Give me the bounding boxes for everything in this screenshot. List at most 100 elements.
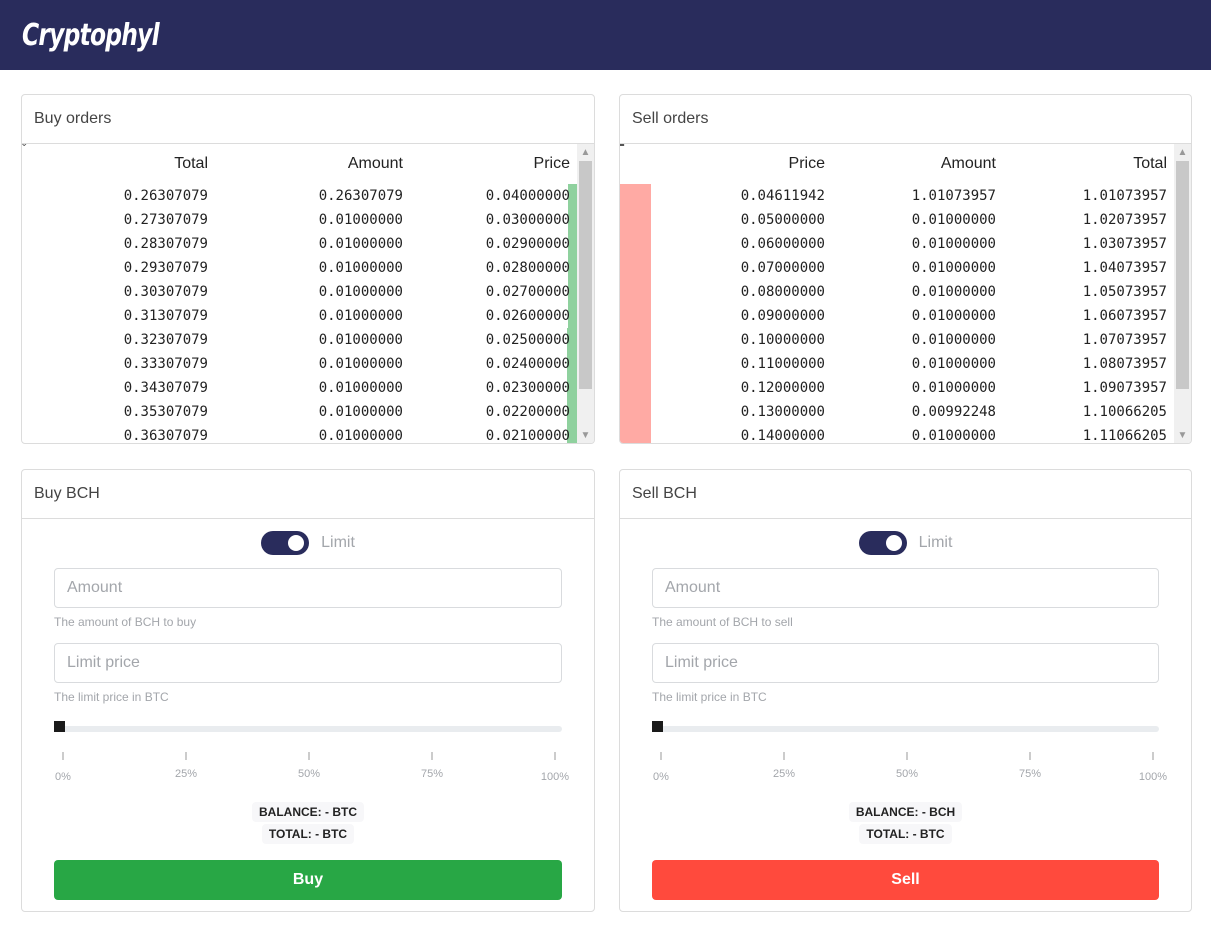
slider-handle[interactable]	[54, 721, 65, 732]
cell-price: 0.13000000	[740, 404, 825, 420]
sell-order-row[interactable]: 0.11000000 0.01000000 1.08073957	[620, 352, 1191, 376]
cell-price: 0.09000000	[740, 308, 825, 324]
column-header-amount[interactable]: Amount	[825, 155, 996, 173]
cell-total: 1.06073957	[1082, 308, 1167, 324]
cell-price: 0.05000000	[740, 212, 825, 228]
cell-price: 0.14000000	[740, 428, 825, 444]
slider-mark-label[interactable]: 25%	[175, 768, 197, 780]
cell-price: 0.03000000	[485, 212, 570, 228]
sell-order-row[interactable]: 0.04611942 1.01073957 1.01073957	[620, 184, 1191, 208]
limit-toggle[interactable]	[261, 531, 310, 555]
buy-order-row[interactable]: 0.34307079 0.01000000 0.02300000	[22, 376, 594, 400]
column-header-total[interactable]: Total	[22, 155, 208, 173]
buy-order-row[interactable]: 0.31307079 0.01000000 0.02600000	[22, 304, 594, 328]
slider-mark-label[interactable]: 50%	[896, 768, 918, 780]
scroll-up-icon[interactable]: ▲	[1174, 144, 1191, 161]
buy-orders-scrollbar[interactable]: ▲ ▼	[577, 144, 594, 443]
slider-mark-label[interactable]: 0%	[55, 771, 71, 783]
sell-order-row[interactable]: 0.14000000 0.01000000 1.11066205	[620, 424, 1191, 444]
sell-order-row[interactable]: 0.10000000 0.01000000 1.07073957	[620, 328, 1191, 352]
buy-order-row[interactable]: 0.36307079 0.01000000 0.02100000	[22, 424, 594, 444]
sell-order-row[interactable]: 0.13000000 0.00992248 1.10066205	[620, 400, 1191, 424]
cell-amount: 0.01000000	[911, 212, 996, 228]
slider-mark-label[interactable]: 25%	[773, 768, 795, 780]
scroll-thumb[interactable]	[579, 161, 592, 389]
scroll-down-icon[interactable]: ▼	[577, 427, 594, 443]
buy-order-row[interactable]: 0.32307079 0.01000000 0.02500000	[22, 328, 594, 352]
sell-order-row[interactable]: 0.06000000 0.01000000 1.03073957	[620, 232, 1191, 256]
column-header-amount[interactable]: Amount	[208, 155, 403, 173]
buy-order-row[interactable]: 0.35307079 0.01000000 0.02200000	[22, 400, 594, 424]
slider-mark-label[interactable]: 75%	[1019, 768, 1041, 780]
slider-mark-label[interactable]: 0%	[653, 771, 669, 783]
cell-amount: 0.00992248	[911, 404, 996, 420]
slider-mark-label[interactable]: 50%	[298, 768, 320, 780]
sell-order-row[interactable]: 0.09000000 0.01000000 1.06073957	[620, 304, 1191, 328]
cell-price: 0.02800000	[485, 260, 570, 276]
buy-button[interactable]: Buy	[54, 860, 562, 900]
slider-mark-label[interactable]: 100%	[1139, 771, 1167, 783]
slider-tick	[431, 752, 433, 760]
scroll-thumb[interactable]	[1176, 161, 1189, 389]
limit-toggle[interactable]	[858, 531, 907, 555]
buy-amount-input[interactable]	[54, 568, 562, 608]
cell-price: 0.02400000	[485, 356, 570, 372]
slider-track[interactable]	[652, 726, 1159, 732]
buy-order-row[interactable]: 0.33307079 0.01000000 0.02400000	[22, 352, 594, 376]
app-logo[interactable]: Cryptophyl	[22, 18, 160, 53]
slider-tick	[906, 752, 908, 760]
slider-mark-label[interactable]: 75%	[421, 768, 443, 780]
column-header-total[interactable]: Total	[996, 155, 1167, 173]
cell-amount: 0.26307079	[318, 188, 403, 204]
cell-amount: 0.01000000	[911, 428, 996, 444]
buy-orders-panel: Buy orders ⌄ Total Amount Price 0.263070…	[21, 94, 595, 444]
slider-mark-label[interactable]: 100%	[541, 771, 569, 783]
sell-button[interactable]: Sell	[652, 860, 1159, 900]
slider-handle[interactable]	[652, 721, 663, 732]
cell-total: 1.04073957	[1082, 260, 1167, 276]
buy-order-row[interactable]: 0.30307079 0.01000000 0.02700000	[22, 280, 594, 304]
buy-limit-price-help: The limit price in BTC	[54, 690, 169, 704]
cell-total: 0.35307079	[123, 404, 208, 420]
scroll-down-icon[interactable]: ▼	[1174, 427, 1191, 443]
slider-tick	[554, 752, 556, 760]
buy-summary: BALANCE: - BTC TOTAL: - BTC	[54, 802, 562, 846]
buy-order-row[interactable]: 0.27307079 0.01000000 0.03000000	[22, 208, 594, 232]
sell-orders-table[interactable]: ◢ Price Amount Total 0.04611942 1.0107395…	[620, 144, 1191, 444]
sell-orders-header: Price Amount Total	[620, 144, 1191, 184]
slider-tick	[783, 752, 785, 760]
buy-orders-header: Total Amount Price	[22, 144, 594, 184]
cell-amount: 0.01000000	[318, 380, 403, 396]
cell-amount: 0.01000000	[318, 212, 403, 228]
sell-order-row[interactable]: 0.05000000 0.01000000 1.02073957	[620, 208, 1191, 232]
scroll-up-icon[interactable]: ▲	[577, 144, 594, 161]
cell-total: 1.03073957	[1082, 236, 1167, 252]
cell-price: 0.08000000	[740, 284, 825, 300]
buy-limit-price-input[interactable]	[54, 643, 562, 683]
sell-limit-price-input[interactable]	[652, 643, 1159, 683]
sell-order-row[interactable]: 0.12000000 0.01000000 1.09073957	[620, 376, 1191, 400]
buy-order-row[interactable]: 0.28307079 0.01000000 0.02900000	[22, 232, 594, 256]
buy-orders-rows: 0.26307079 0.26307079 0.04000000 0.27307079…	[22, 184, 594, 444]
cell-total: 0.33307079	[123, 356, 208, 372]
cell-total: 0.29307079	[123, 260, 208, 276]
cell-total: 0.36307079	[123, 428, 208, 444]
sell-order-row[interactable]: 0.08000000 0.01000000 1.05073957	[620, 280, 1191, 304]
column-header-price[interactable]: Price	[403, 155, 570, 173]
sell-amount-input[interactable]	[652, 568, 1159, 608]
sell-order-row[interactable]: 0.07000000 0.01000000 1.04073957	[620, 256, 1191, 280]
cell-total: 1.02073957	[1082, 212, 1167, 228]
buy-order-row[interactable]: 0.29307079 0.01000000 0.02800000	[22, 256, 594, 280]
slider-track[interactable]	[54, 726, 562, 732]
cell-amount: 0.01000000	[318, 332, 403, 348]
column-header-price[interactable]: Price	[620, 155, 825, 173]
buy-order-row[interactable]: 0.26307079 0.26307079 0.04000000	[22, 184, 594, 208]
buy-orders-table[interactable]: ⌄ Total Amount Price 0.263070790.2630707…	[22, 144, 594, 444]
sell-form-title: Sell BCH	[620, 470, 1191, 519]
sell-amount-slider[interactable]: 0% 25% 50% 75% 100%	[652, 720, 1167, 783]
cell-amount: 0.01000000	[911, 332, 996, 348]
limit-toggle-row: Limit	[54, 531, 562, 555]
buy-amount-slider[interactable]: 0% 25% 50% 75% 100%	[54, 720, 569, 783]
sell-orders-scrollbar[interactable]: ▲ ▼	[1174, 144, 1191, 443]
cell-price: 0.04000000	[485, 188, 570, 204]
